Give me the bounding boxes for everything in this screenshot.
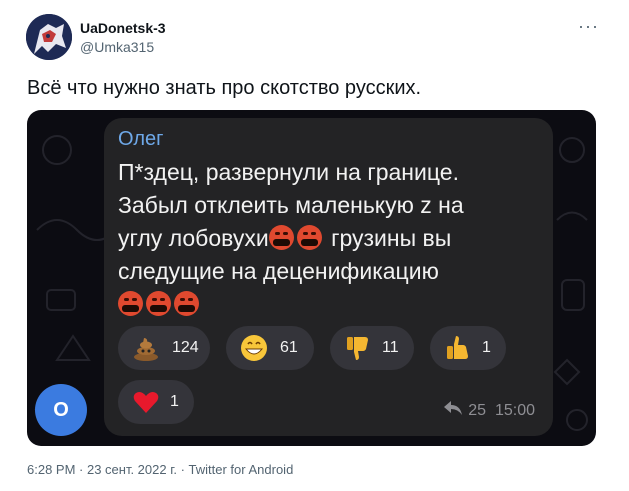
reaction-count: 124 [172, 339, 199, 356]
message-line: углу лобовухи грузины вы [118, 222, 548, 255]
message-line: Забыл отклеить маленькую z на [118, 192, 464, 218]
message-line: следущие на деценификацию [118, 258, 439, 284]
reaction-count: 61 [280, 339, 298, 356]
reaction-poo[interactable]: 124 [118, 326, 210, 370]
forward-icon [444, 401, 463, 420]
more-options-icon[interactable]: ··· [578, 16, 599, 37]
avatar-image [26, 14, 72, 60]
tweet-media[interactable]: Олег П*здец, развернули на границе. Забы… [27, 110, 596, 446]
rage-face-icon [146, 291, 171, 316]
author-handle[interactable]: @Umka315 [80, 39, 154, 55]
views-count: 25 [468, 402, 487, 419]
rage-face-icon [174, 291, 199, 316]
tweet-footer: 6:28 PM · 23 сент. 2022 г. · Twitter for… [27, 462, 294, 477]
thumbs-up-icon [447, 336, 468, 359]
grinning-face-icon [241, 335, 267, 361]
message-time: 15:00 [494, 402, 535, 419]
message-line [118, 288, 548, 321]
reaction-count: 1 [482, 339, 491, 356]
message-bubble: Олег П*здец, развернули на границе. Забы… [104, 118, 553, 436]
tweet: UaDonetsk-3 @Umka315 ··· Всё что нужно з… [0, 0, 629, 491]
reaction-thumbs-up[interactable]: 1 [430, 326, 506, 370]
message-meta: 25 15:00 [444, 401, 535, 420]
reaction-thumbs-down[interactable]: 11 [330, 326, 414, 370]
author-display-name[interactable]: UaDonetsk-3 [80, 20, 166, 36]
sender-name: Олег [118, 128, 164, 150]
rage-face-icon [296, 225, 322, 250]
reaction-count: 11 [382, 339, 399, 356]
rage-face-icon [268, 225, 294, 250]
reaction-heart[interactable]: 1 [118, 380, 194, 424]
author-avatar[interactable] [26, 14, 72, 60]
reaction-count: 1 [170, 393, 179, 410]
tweet-text: Всё что нужно знать про скотство русских… [27, 77, 422, 99]
message-line: П*здец, развернули на границе. [118, 159, 459, 185]
red-heart-icon [133, 392, 159, 413]
pile-of-poo-icon [134, 338, 158, 361]
message-text: П*здец, развернули на границе. Забыл отк… [118, 156, 548, 321]
thumbs-down-icon [347, 337, 368, 360]
reaction-grin[interactable]: 61 [226, 326, 314, 370]
message-line-part: грузины вы [324, 225, 452, 251]
rage-face-icon [118, 291, 143, 316]
message-line-part: углу лобовухи [118, 225, 269, 251]
sender-avatar: O [35, 384, 87, 436]
